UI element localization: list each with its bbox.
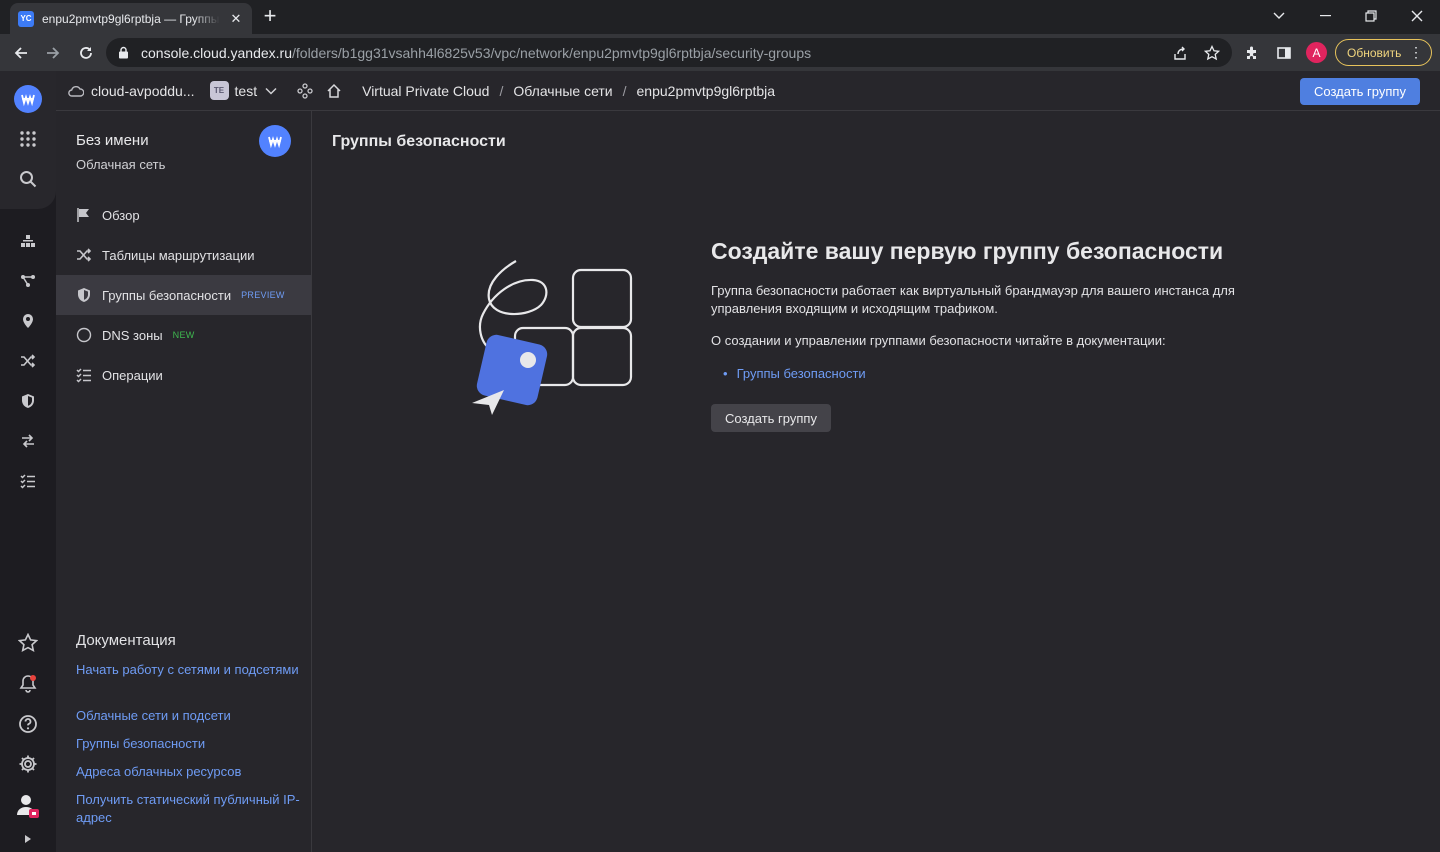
breadcrumb: cloud-avpoddu... TE test Virtual Private…	[56, 71, 1440, 111]
vpc-service-logo-icon	[259, 125, 291, 157]
url-path: /folders/b1gg31vsahh4l6825v53/vpc/networ…	[292, 44, 812, 61]
forward-icon[interactable]	[40, 40, 66, 66]
lock-icon[interactable]	[118, 46, 129, 59]
favorites-star-icon[interactable]	[14, 629, 42, 657]
routing-icon[interactable]	[14, 267, 42, 295]
breadcrumb-network[interactable]: enpu2pmvtp9gl6rptbja	[637, 83, 776, 99]
network-type: Облачная сеть	[76, 157, 166, 172]
url-text: console.cloud.yandex.ru/folders/b1gg31vs…	[141, 45, 811, 61]
transfer-icon[interactable]	[14, 427, 42, 455]
doc-link[interactable]: Группы безопасности	[76, 735, 301, 753]
browser-toolbar: console.cloud.yandex.ru/folders/b1gg31vs…	[0, 34, 1440, 71]
shuffle-icon	[76, 247, 92, 263]
back-icon[interactable]	[8, 40, 34, 66]
share-icon[interactable]	[1167, 40, 1193, 66]
vpc-service-logo-icon[interactable]	[14, 85, 42, 113]
side-panel-icon[interactable]	[1271, 40, 1297, 66]
new-badge: NEW	[172, 330, 195, 340]
breadcrumb-networks[interactable]: Облачные сети	[513, 83, 612, 99]
create-group-button[interactable]: Создать группу	[1300, 78, 1420, 105]
all-services-grid-icon[interactable]	[14, 125, 42, 153]
doc-link[interactable]: Облачные сети и подсети	[76, 707, 301, 725]
cloud-icon	[68, 85, 84, 97]
network-name: Без имени	[76, 132, 149, 149]
shield-icon[interactable]	[14, 387, 42, 415]
minimize-icon[interactable]	[1313, 5, 1339, 27]
empty-state-title: Создайте вашу первую группу безопасности	[711, 238, 1224, 264]
profile-avatar[interactable]: A	[1306, 42, 1327, 63]
reload-icon[interactable]	[73, 40, 99, 66]
operations-list-icon[interactable]	[14, 467, 42, 495]
empty-state-doc-note: О создании и управлении группами безопас…	[711, 333, 1166, 348]
close-window-icon[interactable]	[1404, 5, 1430, 27]
sidebar-item-label: Операции	[102, 367, 163, 383]
shuffle-icon[interactable]	[14, 347, 42, 375]
preview-badge: PREVIEW	[241, 290, 285, 300]
more-menu-icon[interactable]: ⋮	[1409, 44, 1423, 61]
page-title: Группы безопасности	[332, 133, 506, 150]
sidebar-item-label: Таблицы маршрутизации	[102, 247, 255, 263]
new-tab-icon[interactable]: +	[260, 5, 280, 27]
shield-icon	[76, 287, 92, 303]
extensions-puzzle-icon[interactable]	[1239, 40, 1265, 66]
sidebar-item-overview[interactable]: Обзор	[56, 195, 311, 235]
sidebar-item-label: Обзор	[102, 207, 140, 223]
flag-icon	[76, 207, 92, 223]
service-switcher-icon[interactable]	[297, 82, 313, 99]
doc-link[interactable]: Адреса облачных ресурсов	[76, 763, 301, 781]
bookmark-star-icon[interactable]	[1199, 40, 1225, 66]
help-question-icon[interactable]	[14, 710, 42, 738]
network-nodes-icon[interactable]	[14, 227, 42, 255]
circle-icon	[76, 327, 92, 343]
settings-gear-icon[interactable]	[14, 750, 42, 778]
browser-tab-bar: YC enpu2pmvtp9gl6rptbja — Группы безопас…	[0, 0, 1440, 34]
empty-state-description: Группа безопасности работает как виртуал…	[711, 283, 1235, 316]
doc-link[interactable]: Начать работу с сетями и подсетями	[76, 661, 301, 679]
location-pin-icon[interactable]	[14, 307, 42, 335]
browser-tab[interactable]: YC enpu2pmvtp9gl6rptbja — Группы безопас…	[10, 3, 252, 34]
empty-state-doc-list: • Группы безопасности	[723, 366, 866, 381]
empty-state-illustration	[466, 255, 646, 425]
security-groups-doc-link[interactable]: Группы безопасности	[737, 366, 866, 381]
update-button-label: Обновить	[1347, 45, 1402, 60]
sidebar-item-route-tables[interactable]: Таблицы маршрутизации	[56, 235, 311, 275]
list-icon	[76, 367, 92, 383]
create-group-main-button[interactable]: Создать группу	[711, 404, 831, 432]
doc-link[interactable]: Получить статический публичный IP-адрес	[76, 791, 301, 827]
sidebar-item-dns-zones[interactable]: DNS зоны NEW	[56, 315, 311, 355]
chevron-down-icon[interactable]	[265, 87, 277, 95]
sidebar-item-security-groups[interactable]: Группы безопасности PREVIEW	[56, 275, 311, 315]
search-icon[interactable]	[14, 165, 42, 193]
restore-icon[interactable]	[1358, 5, 1384, 27]
yandex-cloud-favicon-icon: YC	[18, 10, 34, 27]
tab-title: enpu2pmvtp9gl6rptbja — Группы безопаснос…	[42, 11, 220, 26]
address-bar[interactable]: console.cloud.yandex.ru/folders/b1gg31vs…	[106, 38, 1232, 67]
sidebar-item-operations[interactable]: Операции	[56, 355, 311, 395]
sidebar-item-label: DNS зоны	[102, 327, 163, 343]
breadcrumb-folder[interactable]: test	[235, 83, 258, 99]
breadcrumb-service[interactable]: Virtual Private Cloud	[362, 83, 489, 99]
breadcrumb-cloud[interactable]: cloud-avpoddu...	[91, 83, 195, 99]
docs-title: Документация	[76, 632, 176, 649]
notifications-bell-icon[interactable]	[14, 670, 42, 698]
bullet: •	[723, 366, 728, 381]
close-tab-icon[interactable]: ✕	[228, 11, 244, 27]
update-browser-button[interactable]: Обновить ⋮	[1335, 39, 1432, 66]
expand-rail-icon[interactable]	[14, 830, 42, 848]
app-left-rail	[0, 71, 56, 852]
breadcrumb-separator: /	[622, 82, 627, 99]
sidebar: Без имени Облачная сеть Обзор Таблицы ма…	[56, 111, 312, 852]
url-domain: console.cloud.yandex.ru	[141, 44, 292, 61]
tab-search-chevron-icon[interactable]	[1266, 5, 1292, 27]
user-avatar-icon[interactable]	[14, 792, 42, 820]
home-icon[interactable]	[326, 83, 342, 99]
sidebar-item-label: Группы безопасности	[102, 287, 232, 303]
folder-badge: TE	[209, 81, 229, 100]
breadcrumb-separator: /	[499, 82, 504, 99]
